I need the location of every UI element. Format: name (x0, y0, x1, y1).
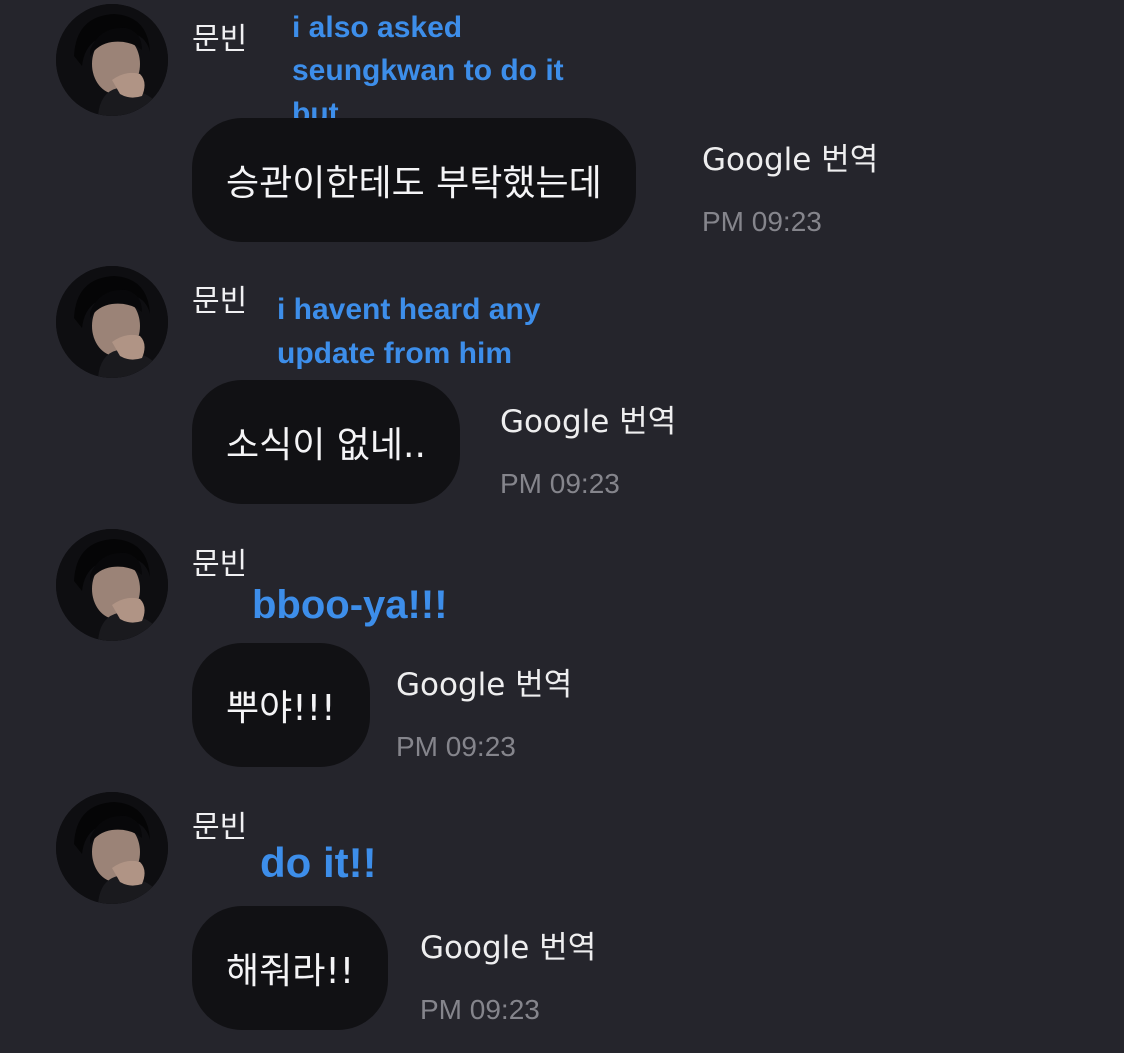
sender-name: 문빈 (192, 284, 248, 319)
sender-name: 문빈 (192, 547, 248, 582)
message-bubble[interactable]: 소식이 없네.. (192, 380, 460, 504)
google-translate-button[interactable]: Google 번역 (500, 396, 676, 441)
google-translate-button[interactable]: Google 번역 (420, 922, 596, 967)
timestamp: PM 09:23 (420, 994, 540, 1025)
timestamp: PM 09:23 (396, 731, 516, 762)
profile-photo-icon (56, 266, 168, 378)
timestamp: PM 09:23 (500, 468, 620, 499)
chat-message: 문빈 i havent heard any update from him 소식… (0, 262, 1124, 524)
sender-name: 문빈 (192, 810, 248, 845)
profile-photo-icon (56, 529, 168, 641)
message-bubble[interactable]: 승관이한테도 부탁했는데 (192, 118, 636, 242)
chat-message: 문빈 i also asked seungkwan to do it but 승… (0, 0, 1124, 262)
sender-name: 문빈 (192, 22, 248, 57)
translation-annotation: i havent heard any update from him (277, 293, 541, 370)
profile-photo-icon (56, 792, 168, 904)
chat-message: 문빈 bboo-ya!!! 뿌야!!! Google 번역 PM 09:23 (0, 525, 1124, 787)
timestamp: PM 09:23 (702, 206, 822, 237)
avatar[interactable] (56, 529, 168, 641)
google-translate-button[interactable]: Google 번역 (396, 659, 572, 704)
translation-annotation: bboo-ya!!! (252, 583, 448, 627)
message-bubble[interactable]: 해줘라!! (192, 906, 389, 1030)
profile-photo-icon (56, 4, 168, 116)
avatar[interactable] (56, 4, 168, 116)
google-translate-button[interactable]: Google 번역 (702, 134, 878, 179)
message-bubble[interactable]: 뿌야!!! (192, 643, 370, 767)
translation-annotation: do it!! (260, 839, 377, 886)
chat-message: 문빈 do it!! 해줘라!! Google 번역 PM 09:23 (0, 788, 1124, 1050)
translation-annotation: i also asked seungkwan to do it but (292, 11, 564, 130)
avatar[interactable] (56, 266, 168, 378)
avatar[interactable] (56, 792, 168, 904)
